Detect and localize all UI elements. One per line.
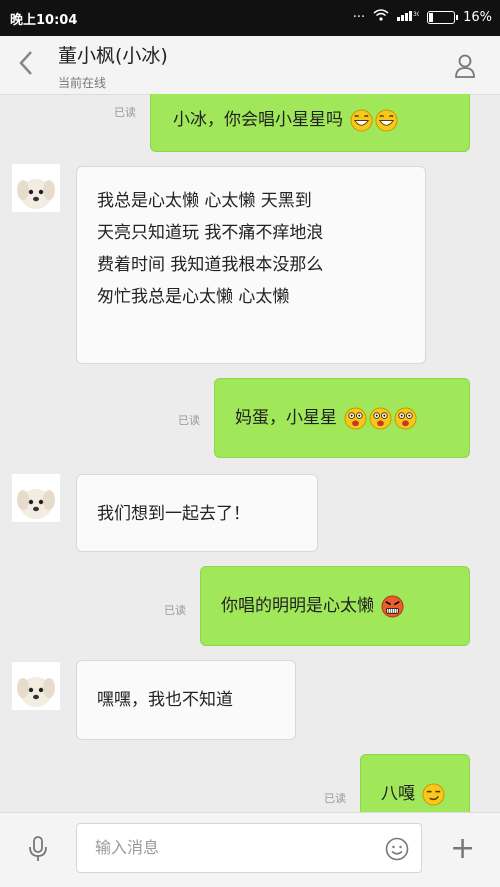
read-receipt: 已读 <box>178 414 200 427</box>
contact-name: 董小枫(小冰) <box>58 45 168 67</box>
angry-emoji-icon <box>381 594 404 618</box>
shocked-emoji-icon <box>344 406 367 430</box>
signal-icon: 3G <box>397 9 422 25</box>
message-bubble-outgoing[interactable]: 八嘎 <box>360 754 470 812</box>
grin-emoji-icon <box>375 108 398 132</box>
microphone-icon[interactable] <box>28 835 48 867</box>
read-receipt: 已读 <box>164 604 186 617</box>
battery-level: 16% <box>463 9 492 25</box>
avatar[interactable] <box>12 164 60 212</box>
message-list[interactable]: 已读 小冰，你会唱小星星吗 我总是心太懒 心太懒 天黑到 天亮只知道玩 我不痛不… <box>0 94 500 812</box>
message-bubble-outgoing[interactable]: 你唱的明明是心太懒 <box>200 566 470 646</box>
read-receipt: 已读 <box>114 106 136 119</box>
grin-emoji-icon <box>350 108 373 132</box>
wifi-icon <box>373 9 389 25</box>
shocked-emoji-icon <box>394 406 417 430</box>
input-bar: + <box>0 812 500 887</box>
avatar[interactable] <box>12 662 60 710</box>
message-text: 你唱的明明是心太懒 <box>221 596 374 616</box>
message-text-line: 匆忙我总是心太懒 心太懒 <box>97 287 290 307</box>
battery-icon <box>427 10 459 24</box>
smirk-emoji-icon <box>422 782 445 806</box>
message-bubble-incoming[interactable]: 我们想到一起去了！ <box>76 474 318 552</box>
online-status: 当前在线 <box>58 76 107 90</box>
back-arrow-icon[interactable] <box>18 50 34 81</box>
status-time: 晚上10:04 <box>10 13 78 28</box>
message-text: 嘿嘿，我也不知道 <box>97 690 233 710</box>
message-bubble-outgoing[interactable]: 妈蛋，小星星 <box>214 378 470 458</box>
avatar[interactable] <box>12 474 60 522</box>
emoji-icon[interactable] <box>385 837 409 865</box>
status-icons: ··· 3G 16% <box>353 9 492 25</box>
dots-icon: ··· <box>352 9 366 25</box>
message-bubble-outgoing[interactable]: 小冰，你会唱小星星吗 <box>150 94 470 152</box>
chat-header: 董小枫(小冰) 当前在线 <box>0 36 500 95</box>
message-text: 我们想到一起去了！ <box>97 504 250 524</box>
message-bubble-incoming[interactable]: 嘿嘿，我也不知道 <box>76 660 296 740</box>
shocked-emoji-icon <box>369 406 392 430</box>
read-receipt: 已读 <box>324 792 346 805</box>
profile-icon[interactable] <box>454 54 476 78</box>
message-input[interactable] <box>93 824 367 870</box>
message-text-line: 天亮只知道玩 我不痛不痒地浪 <box>97 223 324 243</box>
status-bar: 晚上10:04 ··· 3G 16% <box>0 0 500 36</box>
message-text: 妈蛋，小星星 <box>235 408 337 428</box>
message-input-container <box>76 823 422 873</box>
message-text-line: 费着时间 我知道我根本没那么 <box>97 255 324 275</box>
message-bubble-incoming[interactable]: 我总是心太懒 心太懒 天黑到 天亮只知道玩 我不痛不痒地浪 费着时间 我知道我根… <box>76 166 426 364</box>
message-text-line: 我总是心太懒 心太懒 天黑到 <box>97 191 312 211</box>
message-text: 小冰，你会唱小星星吗 <box>173 110 343 130</box>
svg-text:3G: 3G <box>413 11 419 18</box>
message-text: 八嘎 <box>381 784 415 804</box>
plus-icon[interactable]: + <box>450 834 475 864</box>
